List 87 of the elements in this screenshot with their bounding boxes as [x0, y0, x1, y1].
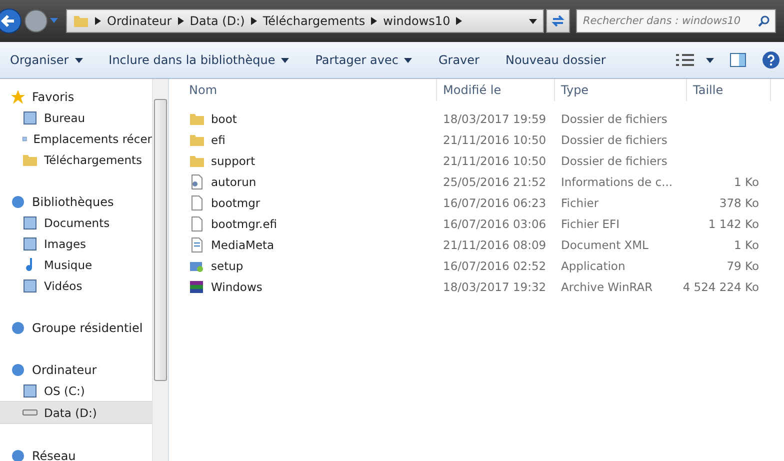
search-field[interactable]: Rechercher dans : windows10: [576, 9, 776, 33]
table-cell: 4 524 224 Ko: [682, 280, 759, 294]
scrollbar[interactable]: [152, 79, 168, 461]
breadcrumb[interactable]: Data (D:): [190, 14, 245, 28]
sidebar-item[interactable]: Musique: [0, 254, 152, 275]
history-caret-icon[interactable]: [50, 18, 58, 24]
xml-file-icon: [189, 236, 205, 252]
table-cell: 25/05/2016 21:52: [443, 174, 546, 188]
column-header[interactable]: Type: [555, 79, 687, 101]
file-name[interactable]: efi: [211, 132, 226, 146]
sidebar-item[interactable]: Emplacements récer: [0, 128, 152, 149]
table-cell: 1 Ko: [734, 174, 759, 188]
file-name[interactable]: autorun: [211, 174, 256, 188]
refresh-button[interactable]: [546, 9, 570, 33]
caret-icon[interactable]: [706, 58, 714, 62]
chevron-icon[interactable]: [95, 17, 101, 25]
folder-icon: [73, 13, 89, 29]
file-name[interactable]: Windows: [211, 280, 262, 294]
table-cell: 18/03/2017 19:59: [443, 112, 546, 126]
breadcrumb[interactable]: windows10: [383, 14, 450, 28]
sidebar-item[interactable]: Images: [0, 233, 152, 254]
forward-icon[interactable]: [24, 9, 48, 33]
sidebar-item[interactable]: Documents: [0, 212, 152, 233]
archive-icon: [189, 278, 205, 294]
table-cell: 16/07/2016 02:52: [443, 258, 546, 272]
file-name[interactable]: MediaMeta: [211, 238, 274, 252]
table-cell: Informations de c...: [561, 174, 673, 188]
sidebar-item[interactable]: OS (C:): [0, 380, 152, 401]
table-cell: 21/11/2016 08:09: [443, 238, 546, 252]
table-cell: Fichier EFI: [561, 216, 620, 230]
chevron-icon[interactable]: [456, 17, 462, 25]
column-header[interactable]: Nom: [169, 79, 437, 101]
table-cell: Application: [561, 258, 626, 272]
table-cell: 1 Ko: [734, 238, 759, 252]
file-icon: [189, 194, 205, 210]
table-cell: 16/07/2016 06:23: [443, 196, 546, 210]
sidebar-item[interactable]: Téléchargements: [0, 149, 152, 170]
sidebar-item[interactable]: Data (D:): [0, 401, 152, 424]
table-cell: Archive WinRAR: [561, 280, 653, 294]
table-cell: Fichier: [561, 196, 599, 210]
search-icon: [758, 15, 770, 27]
address-bar[interactable]: Ordinateur Data (D:) Téléchargements windows10: [66, 9, 544, 33]
file-name[interactable]: boot: [211, 112, 237, 126]
breadcrumb[interactable]: Ordinateur: [107, 14, 172, 28]
table-cell: 18/03/2017 19:32: [443, 280, 546, 294]
toolbar-button[interactable]: Organiser: [4, 49, 89, 71]
preview-pane-icon[interactable]: [730, 53, 746, 67]
settings-file-icon: [189, 174, 205, 190]
chevron-icon[interactable]: [371, 17, 378, 25]
toolbar-button[interactable]: Nouveau dossier: [499, 49, 612, 71]
breadcrumb[interactable]: Téléchargements: [262, 14, 366, 28]
sidebar-item[interactable]: Vidéos: [0, 275, 152, 296]
file-icon: [189, 216, 205, 232]
column-header[interactable]: Taille: [687, 79, 771, 101]
toolbar-button[interactable]: Graver: [432, 49, 486, 71]
table-cell: 79 Ko: [726, 258, 759, 272]
toolbar-button[interactable]: Partager avec: [309, 49, 418, 71]
table-cell: Dossier de fichiers: [561, 112, 668, 126]
file-name[interactable]: bootmgr.efi: [211, 216, 278, 230]
table-cell: 21/11/2016 10:50: [443, 132, 546, 146]
sidebar-group[interactable]: Ordinateur: [0, 359, 152, 380]
sidebar-group[interactable]: Favoris: [0, 86, 152, 107]
back-icon[interactable]: [0, 8, 22, 34]
file-name[interactable]: setup: [211, 258, 244, 272]
table-cell: Dossier de fichiers: [561, 154, 668, 168]
chevron-icon[interactable]: [250, 17, 257, 25]
table-cell: Dossier de fichiers: [561, 132, 668, 146]
view-list-icon[interactable]: [676, 54, 694, 66]
dropdown-caret-icon[interactable]: [529, 18, 537, 24]
sidebar-item[interactable]: Bureau: [0, 107, 152, 128]
table-cell: 378 Ko: [719, 196, 759, 210]
sidebar-group[interactable]: Bibliothèques: [0, 191, 152, 212]
table-cell: 16/07/2016 03:06: [443, 216, 546, 230]
sidebar-group[interactable]: Réseau: [0, 445, 152, 461]
help-icon[interactable]: [762, 51, 780, 69]
toolbar-button[interactable]: Inclure dans la bibliothèque: [102, 49, 296, 71]
sidebar-group[interactable]: Groupe résidentiel: [0, 317, 152, 338]
file-name[interactable]: bootmgr: [211, 196, 260, 210]
table-cell: 21/11/2016 10:50: [443, 154, 546, 168]
refresh-icon: [551, 14, 565, 28]
column-header[interactable]: Modifié le: [437, 79, 555, 101]
star-icon: [10, 88, 26, 104]
drive-icon: [22, 409, 38, 416]
chevron-icon[interactable]: [178, 17, 184, 25]
file-name[interactable]: support: [211, 154, 256, 168]
table-cell: Document XML: [561, 238, 648, 252]
table-cell: 1 142 Ko: [708, 216, 759, 230]
